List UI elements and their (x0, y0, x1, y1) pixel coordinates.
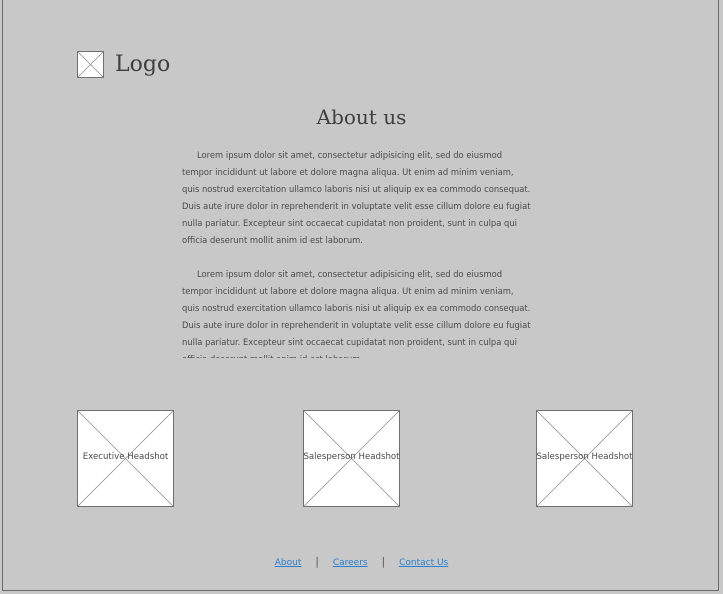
headshot-label: Salesperson Headshot (303, 452, 400, 462)
logo[interactable]: Logo (77, 51, 170, 78)
paragraph: Lorem ipsum dolor sit amet, consectetur … (182, 269, 531, 358)
headshot-label: Executive Headshot (82, 452, 169, 462)
salesperson-headshot-image: Salesperson Headshot (303, 410, 400, 507)
footer-link-about[interactable]: About (275, 558, 302, 568)
logo-text: Logo (115, 52, 171, 77)
page-title: About us (316, 105, 407, 129)
paragraph: Lorem ipsum dolor sit amet, consectetur … (182, 150, 531, 245)
headshot-label: Salesperson Headshot (536, 452, 633, 462)
footer-nav: About | Careers | Contact Us (0, 555, 723, 568)
salesperson-headshot-image: Salesperson Headshot (536, 410, 633, 507)
footer-link-careers[interactable]: Careers (333, 558, 368, 568)
footer-separator: | (381, 555, 386, 568)
executive-headshot-image: Executive Headshot (77, 410, 174, 507)
footer-link-contact-us[interactable]: Contact Us (399, 558, 448, 568)
about-text-area[interactable]: Lorem ipsum dolor sit amet, consectetur … (182, 147, 532, 358)
footer-separator: | (315, 555, 319, 568)
image-placeholder-icon (77, 51, 104, 78)
